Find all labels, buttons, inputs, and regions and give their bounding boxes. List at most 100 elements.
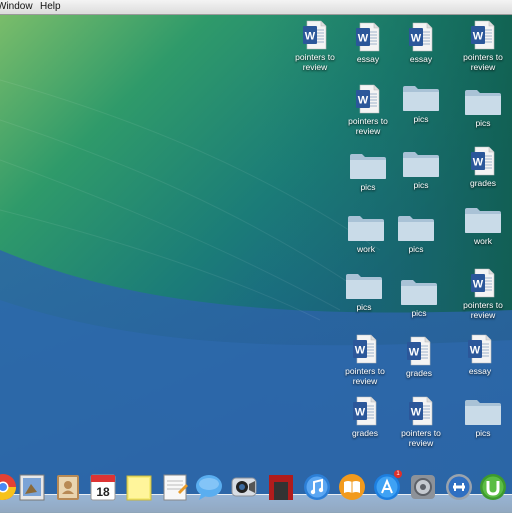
desktop-file-word[interactable]: Wpointers to review [335, 334, 395, 386]
desktop-file-word[interactable]: Wpointers to review [391, 396, 451, 448]
dock-utorrent-icon[interactable] [478, 472, 508, 504]
desktop-file-word[interactable]: Wessay [391, 22, 451, 64]
stickies-icon [126, 475, 152, 501]
dock-itunes-icon[interactable] [302, 472, 332, 504]
svg-text:W: W [358, 33, 369, 45]
svg-text:W: W [358, 95, 369, 107]
folder-icon [453, 88, 512, 116]
desktop-file-word[interactable]: Wpointers to review [338, 84, 398, 136]
calendar-icon: 18 [90, 474, 116, 501]
folder-icon [453, 206, 512, 234]
desktop-icon-label: pointers to review [463, 52, 503, 72]
dock-system-preferences-icon[interactable] [408, 472, 438, 504]
folder-icon [391, 84, 451, 112]
desktop-icon-label: essay [468, 366, 492, 376]
word-document-icon: W [391, 396, 451, 426]
desktop-icon-label: pointers to review [295, 52, 335, 72]
dock-boot-camp-icon[interactable] [444, 472, 474, 504]
menu-window[interactable]: Window [0, 0, 33, 14]
word-document-icon: W [453, 146, 512, 176]
word-document-icon: W [338, 84, 398, 114]
svg-text:W: W [473, 279, 484, 291]
dock-stickies-icon[interactable] [124, 472, 154, 504]
desktop-icon-label: grades [352, 428, 378, 438]
desktop-file-word[interactable]: Wgrades [389, 336, 449, 378]
desktop-folder[interactable]: work [453, 206, 512, 246]
svg-text:W: W [470, 345, 481, 357]
system-preferences-icon [411, 475, 435, 499]
word-document-icon: W [450, 334, 510, 364]
desktop-icon-label: pics [475, 118, 491, 128]
dock-facetime-icon[interactable] [229, 472, 259, 504]
word-document-icon: W [453, 268, 512, 298]
desktop-file-word[interactable]: Wpointers to review [453, 20, 512, 72]
dock-textedit-icon[interactable] [160, 472, 190, 504]
desktop-file-word[interactable]: Wpointers to review [285, 20, 345, 72]
svg-text:W: W [411, 33, 422, 45]
desktop-file-word[interactable]: Wpointers to review [453, 268, 512, 320]
desktop-folder[interactable]: pics [453, 398, 512, 438]
folder-icon [453, 398, 512, 426]
desktop-icon-label: grades [470, 178, 496, 188]
desktop-icon-label: pointers to review [345, 366, 385, 386]
word-document-icon: W [335, 396, 395, 426]
desktop-icon-label: work [474, 236, 492, 246]
desktop-icon-label: essay [356, 54, 380, 64]
utorrent-icon [480, 474, 506, 500]
messages-icon [196, 475, 222, 500]
svg-text:W: W [355, 345, 366, 357]
dock: 18 1 [0, 468, 512, 512]
desktop-icon-label: grades [406, 368, 432, 378]
dock-ibooks-icon[interactable] [337, 472, 367, 504]
word-document-icon: W [389, 336, 449, 366]
dock-contacts-icon[interactable] [53, 472, 83, 504]
menu-bar: Window Help [0, 0, 512, 15]
word-document-icon: W [338, 22, 398, 52]
textedit-icon [163, 474, 188, 501]
dock-photo-booth-icon[interactable] [266, 472, 296, 504]
photo-booth-icon [269, 475, 293, 500]
contacts-icon [57, 475, 79, 500]
desktop-file-word[interactable]: Wgrades [335, 396, 395, 438]
dock-calendar-icon[interactable]: 18 [88, 472, 118, 504]
desktop-file-word[interactable]: Wessay [338, 22, 398, 64]
word-document-icon: W [453, 20, 512, 50]
dock-app-store-icon[interactable]: 1 [372, 470, 402, 504]
desktop-icon-label: pics [360, 182, 376, 192]
svg-text:W: W [355, 407, 366, 419]
word-document-icon: W [391, 22, 451, 52]
word-document-icon: W [285, 20, 345, 50]
svg-text:W: W [411, 407, 422, 419]
desktop-folder[interactable]: pics [338, 152, 398, 192]
dock-preview-icon[interactable] [17, 472, 47, 504]
menu-help[interactable]: Help [40, 0, 61, 14]
ibooks-icon [339, 474, 365, 500]
svg-text:W: W [409, 347, 420, 359]
svg-text:W: W [473, 157, 484, 169]
chrome-icon [0, 474, 17, 501]
desktop-icon-label: pics [413, 114, 429, 124]
svg-text:18: 18 [96, 485, 110, 499]
desktop-file-word[interactable]: Wgrades [453, 146, 512, 188]
dock-messages-icon[interactable] [194, 472, 224, 504]
svg-text:W: W [305, 31, 316, 43]
boot-camp-icon [446, 474, 472, 500]
desktop-icon-label: essay [409, 54, 433, 64]
desktop-folder[interactable]: pics [391, 150, 451, 190]
dock-chrome-icon[interactable] [0, 472, 18, 504]
folder-icon [386, 214, 446, 242]
desktop-icon-label: pics [475, 428, 491, 438]
desktop-icon-label: pointers to review [463, 300, 503, 320]
desktop-folder[interactable]: pics [386, 214, 446, 254]
desktop-folder[interactable]: pics [391, 84, 451, 124]
desktop-file-word[interactable]: Wessay [450, 334, 510, 376]
folder-icon [391, 150, 451, 178]
desktop-folder[interactable]: pics [334, 272, 394, 312]
word-document-icon: W [335, 334, 395, 364]
folder-icon [338, 152, 398, 180]
desktop-icon-label: pics [411, 308, 427, 318]
desktop-icon-label: pics [413, 180, 429, 190]
desktop-folder[interactable]: pics [453, 88, 512, 128]
desktop-icon-label: pics [356, 302, 372, 312]
desktop-folder[interactable]: pics [389, 278, 449, 318]
